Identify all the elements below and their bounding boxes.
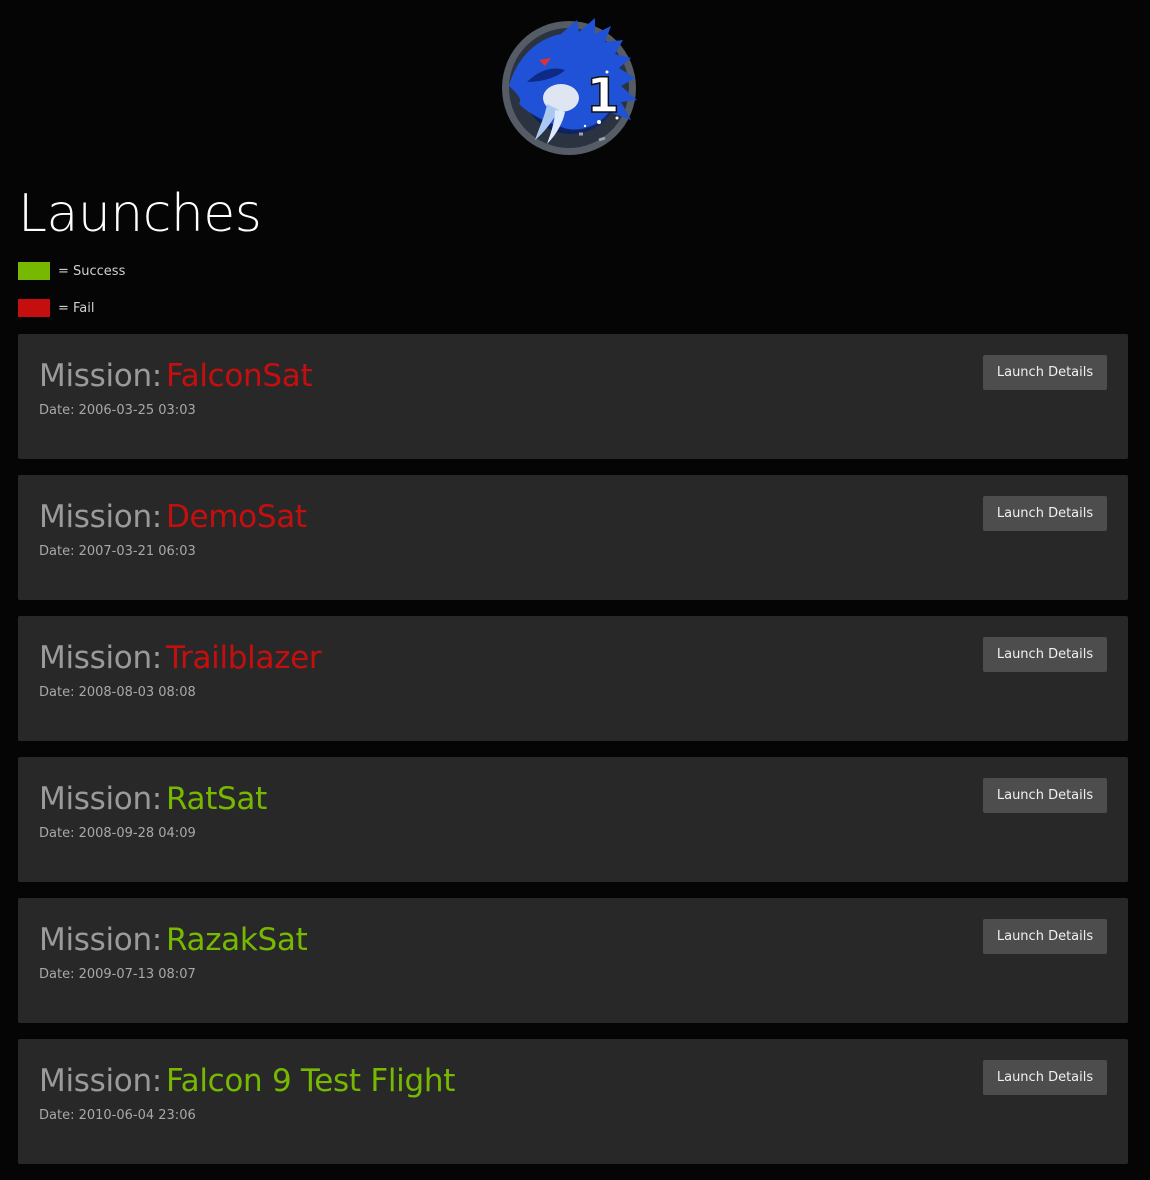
legend-label-success: = Success (58, 263, 126, 279)
mission-prefix: Mission: (39, 922, 162, 958)
launch-details-button[interactable]: Launch Details (983, 637, 1107, 672)
mission-name: FalconSat (165, 358, 313, 394)
mission-date: Date: 2008-09-28 04:09 (39, 826, 196, 841)
mission-date: Date: 2007-03-21 06:03 (39, 544, 196, 559)
mission-heading: Mission: DemoSat (39, 495, 307, 539)
legend-label-fail: = Fail (58, 300, 95, 316)
crew-dragon-mission-patch-icon: 1 (502, 18, 637, 155)
mission-prefix: Mission: (39, 781, 162, 817)
launch-details-button[interactable]: Launch Details (983, 778, 1107, 813)
status-legend: = Success = Fail (18, 262, 125, 336)
mission-heading: Mission: Falcon 9 Test Flight (39, 1059, 455, 1103)
mission-prefix: Mission: (39, 499, 162, 535)
mission-heading: Mission: Trailblazer (39, 636, 322, 680)
mission-prefix: Mission: (39, 1063, 162, 1099)
mission-date: Date: 2006-03-25 03:03 (39, 403, 196, 418)
launch-details-button[interactable]: Launch Details (983, 919, 1107, 954)
launch-card: Mission: Trailblazer Date: 2008-08-03 08:… (18, 616, 1128, 741)
mission-patch-logo: 1 (499, 16, 643, 156)
mission-heading: Mission: FalconSat (39, 354, 313, 398)
legend-item-fail: = Fail (18, 299, 125, 317)
mission-heading: Mission: RatSat (39, 777, 267, 821)
launch-card: Mission: FalconSat Date: 2006-03-25 03:03… (18, 334, 1128, 459)
mission-name: RatSat (165, 781, 267, 817)
mission-date: Date: 2009-07-13 08:07 (39, 967, 196, 982)
launch-card: Mission: RazakSat Date: 2009-07-13 08:07 … (18, 898, 1128, 1023)
success-swatch (18, 262, 50, 280)
launch-details-button[interactable]: Launch Details (983, 1060, 1107, 1095)
page-title: Launches (18, 184, 262, 244)
launch-details-button[interactable]: Launch Details (983, 496, 1107, 531)
mission-heading: Mission: RazakSat (39, 918, 308, 962)
mission-name: Falcon 9 Test Flight (165, 1063, 456, 1099)
launch-details-button[interactable]: Launch Details (983, 355, 1107, 390)
mission-name: RazakSat (165, 922, 308, 958)
mission-name: Trailblazer (165, 640, 322, 676)
mission-prefix: Mission: (39, 358, 162, 394)
launch-list: Mission: FalconSat Date: 2006-03-25 03:03… (18, 334, 1128, 1180)
mission-prefix: Mission: (39, 640, 162, 676)
launch-card: Mission: DemoSat Date: 2007-03-21 06:03 L… (18, 475, 1128, 600)
launch-card: Mission: RatSat Date: 2008-09-28 04:09 La… (18, 757, 1128, 882)
mission-date: Date: 2010-06-04 23:06 (39, 1108, 196, 1123)
svg-text:1: 1 (586, 68, 619, 124)
mission-date: Date: 2008-08-03 08:08 (39, 685, 196, 700)
legend-item-success: = Success (18, 262, 125, 280)
fail-swatch (18, 299, 50, 317)
mission-name: DemoSat (165, 499, 307, 535)
launch-card: Mission: Falcon 9 Test Flight Date: 2010-… (18, 1039, 1128, 1164)
